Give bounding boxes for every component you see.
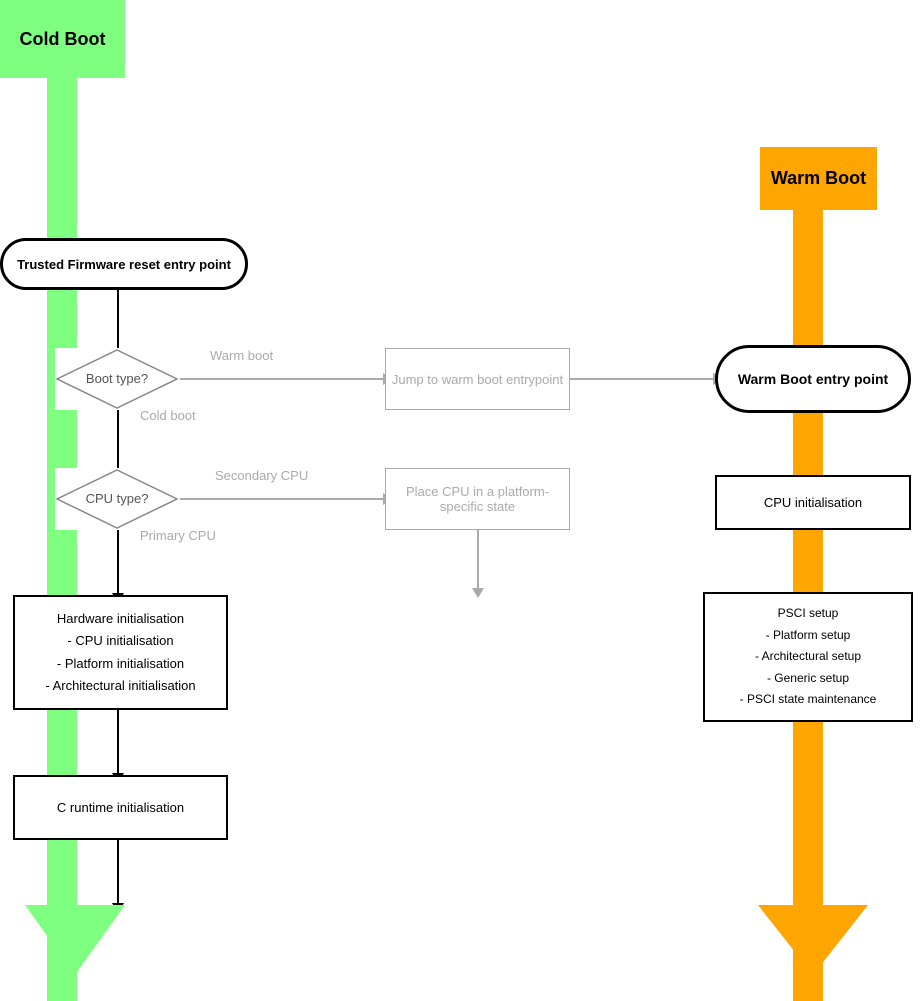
- cpu-type-diamond: CPU type?: [55, 468, 180, 530]
- svg-text:Boot type?: Boot type?: [86, 371, 148, 386]
- secondary-cpu-label: Secondary CPU: [215, 468, 308, 483]
- warm-boot-label-box: Warm Boot: [760, 147, 877, 210]
- arrow-place-down: [477, 530, 479, 590]
- svg-text:CPU type?: CPU type?: [86, 491, 149, 506]
- arrow-psci-to-end: [808, 722, 810, 905]
- arrow-boot-to-cpu: [117, 410, 119, 475]
- arrow-tf-to-boot: [117, 290, 119, 355]
- arrow-jump-to-wb: [570, 378, 715, 380]
- boot-type-diamond: Boot type?: [55, 348, 180, 410]
- arrow-cpu-to-place: [180, 498, 385, 500]
- cold-boot-end-arrow: [25, 905, 125, 975]
- cold-boot-path-label: Cold boot: [140, 408, 196, 423]
- crt-init-box: C runtime initialisation: [13, 775, 228, 840]
- arrow-wb-to-cpu: [808, 413, 810, 475]
- arrow-boot-to-jump: [180, 378, 385, 380]
- jump-box: Jump to warm boot entrypoint: [385, 348, 570, 410]
- warm-boot-end-arrow: [758, 905, 868, 975]
- arrow-cpu-to-hw: [117, 530, 119, 595]
- arrow-cpu-to-psci: [808, 530, 810, 592]
- primary-cpu-label: Primary CPU: [140, 528, 216, 543]
- cold-boot-label: Cold Boot: [0, 0, 125, 78]
- arrow-crt-to-end: [117, 840, 119, 905]
- wb-entry-ellipse: Warm Boot entry point: [715, 345, 911, 413]
- cpu-init-box: CPU initialisation: [715, 475, 911, 530]
- diagram: Cold Boot Trusted Firmware reset entry p…: [0, 0, 922, 1001]
- hw-init-box: Hardware initialisation - CPU initialisa…: [13, 595, 228, 710]
- cold-boot-line: [47, 78, 77, 1001]
- psci-setup-box: PSCI setup - Platform setup - Architectu…: [703, 592, 913, 722]
- warm-boot-path-label: Warm boot: [210, 348, 273, 363]
- place-cpu-box: Place CPU in a platform-specific state: [385, 468, 570, 530]
- arrow-hw-to-crt: [117, 710, 119, 775]
- tf-reset-ellipse: Trusted Firmware reset entry point: [0, 238, 248, 290]
